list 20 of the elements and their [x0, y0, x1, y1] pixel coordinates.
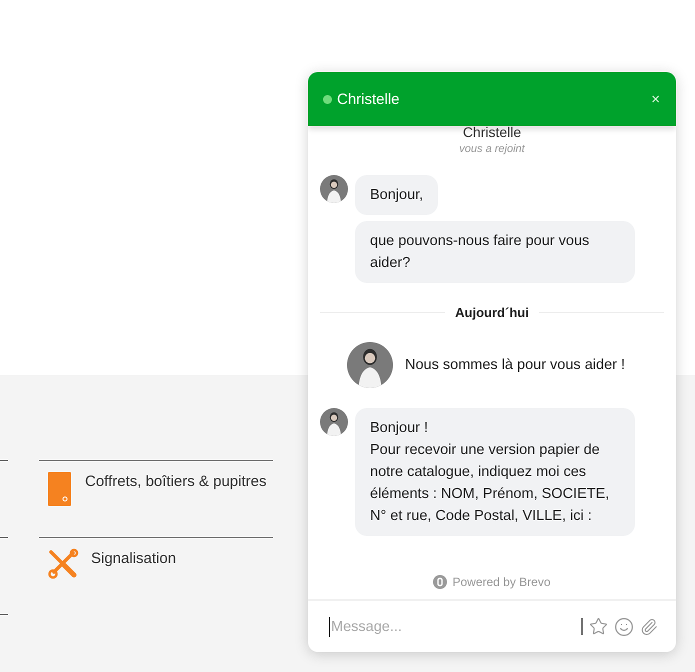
star-icon[interactable]	[589, 617, 608, 636]
category-label[interactable]: Coffrets, boîtiers & pupitres	[85, 471, 266, 493]
join-note: vous a rejoint	[458, 143, 526, 155]
brevo-logo-icon	[433, 575, 448, 589]
emoji-icon[interactable]	[614, 616, 634, 636]
category-label[interactable]: Signalisation	[91, 548, 176, 570]
agent-name: Christelle	[337, 90, 401, 108]
message-bubble: Bonjour ! Pour recevoir une version papier de notre catalogue, indiquez moi ces éléments : NOM, Prénom, SOCIETE, N° et rue, Code Postal, VILLE, ici :	[355, 408, 635, 536]
message-bubble: que pouvons-nous faire pour vous aider?	[355, 221, 635, 283]
avatar	[320, 408, 348, 436]
date-divider: Aujourd´hui	[455, 305, 529, 320]
intro-message: Nous sommes là pour vous aider !	[405, 357, 626, 373]
cabinet-icon	[47, 471, 73, 507]
avatar	[320, 175, 348, 203]
message-bubble: Bonjour,	[355, 175, 438, 215]
powered-by-text: Powered by Brevo	[452, 575, 551, 589]
joined-agent-name: Christelle	[462, 124, 522, 140]
tools-icon	[47, 548, 79, 580]
avatar	[347, 342, 393, 388]
attach-icon[interactable]	[640, 618, 658, 636]
